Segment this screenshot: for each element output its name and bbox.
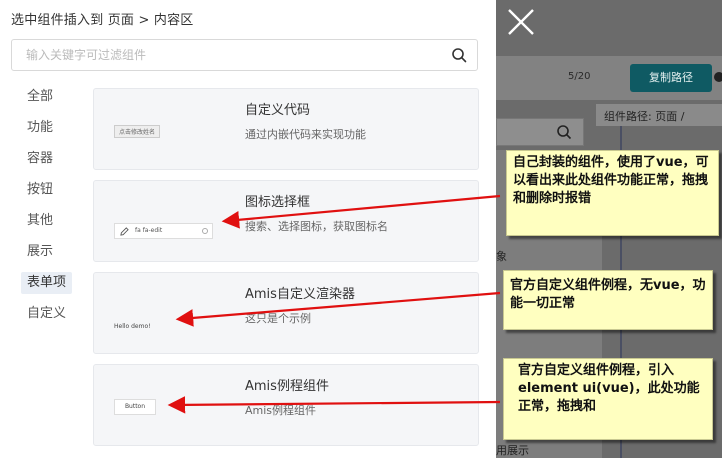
annotation-note: 官方自定义组件例程，无vue，功能一切正常 [503, 270, 713, 330]
component-picker-drawer: 选中组件插入到 页面 > 内容区 全部 功能 容器 按钮 其他 展示 表单项 自… [0, 0, 496, 458]
component-description: 这只是个示例 [245, 312, 311, 325]
component-description: 搜索、选择图标，获取图标名 [245, 220, 388, 233]
info-icon [714, 72, 722, 82]
preview-icon-input: fa fa-edit [114, 223, 213, 239]
component-description: 通过内嵌代码来实现功能 [245, 128, 366, 141]
component-card-icon-picker[interactable]: fa fa-edit 图标选择框 搜索、选择图标，获取图标名 [93, 180, 479, 262]
close-icon[interactable] [506, 7, 536, 37]
component-title: Amis例程组件 [245, 379, 329, 394]
category-item-custom[interactable]: 自定义 [10, 303, 80, 334]
annotation-note: 自己封装的组件，使用了vue，可以看出来此处组件功能正常，拖拽和删除时报错 [506, 150, 719, 236]
search-icon [202, 228, 208, 234]
category-item-form[interactable]: 表单项 [10, 272, 80, 303]
search-input[interactable] [12, 40, 446, 70]
category-item-all[interactable]: 全部 [10, 86, 80, 117]
component-path: 组件路径: 页面 / [604, 110, 685, 123]
component-title: 自定义代码 [245, 103, 311, 118]
outline-fragment: 用展示 [496, 444, 529, 457]
component-title: Amis自定义渲染器 [245, 287, 355, 302]
preview-icon-text: fa fa-edit [135, 227, 163, 234]
drawer-title: 选中组件插入到 页面 > 内容区 [11, 13, 194, 28]
category-list: 全部 功能 容器 按钮 其他 展示 表单项 自定义 [10, 86, 80, 334]
component-counter: 5/20 [568, 71, 591, 82]
category-item-button[interactable]: 按钮 [10, 179, 80, 210]
component-description: Amis例程组件 [245, 404, 317, 417]
preview-button: Button [114, 399, 156, 415]
search-box[interactable] [11, 39, 478, 71]
category-item-other[interactable]: 其他 [10, 210, 80, 241]
category-item-container[interactable]: 容器 [10, 148, 80, 179]
outline-fragment: 象 [496, 250, 507, 263]
category-item-display[interactable]: 展示 [10, 241, 80, 272]
pencil-icon [120, 227, 129, 236]
component-card-custom-code[interactable]: 点击修改姓名 自定义代码 通过内嵌代码来实现功能 [93, 88, 479, 170]
preview-text: Hello demo! [114, 323, 151, 330]
component-card-amis-custom-renderer[interactable]: Hello demo! Amis自定义渲染器 这只是个示例 [93, 272, 479, 354]
search-icon [557, 125, 572, 140]
category-item-function[interactable]: 功能 [10, 117, 80, 148]
copy-path-button[interactable]: 复制路径 [630, 64, 712, 92]
component-card-amis-example[interactable]: Button Amis例程组件 Amis例程组件 [93, 364, 479, 446]
component-title: 图标选择框 [245, 195, 311, 210]
annotation-note: 官方自定义组件例程，引入element ui(vue)，此处功能正常，拖拽和 [503, 358, 713, 440]
search-icon[interactable] [451, 47, 467, 63]
preview-button: 点击修改姓名 [114, 125, 161, 138]
